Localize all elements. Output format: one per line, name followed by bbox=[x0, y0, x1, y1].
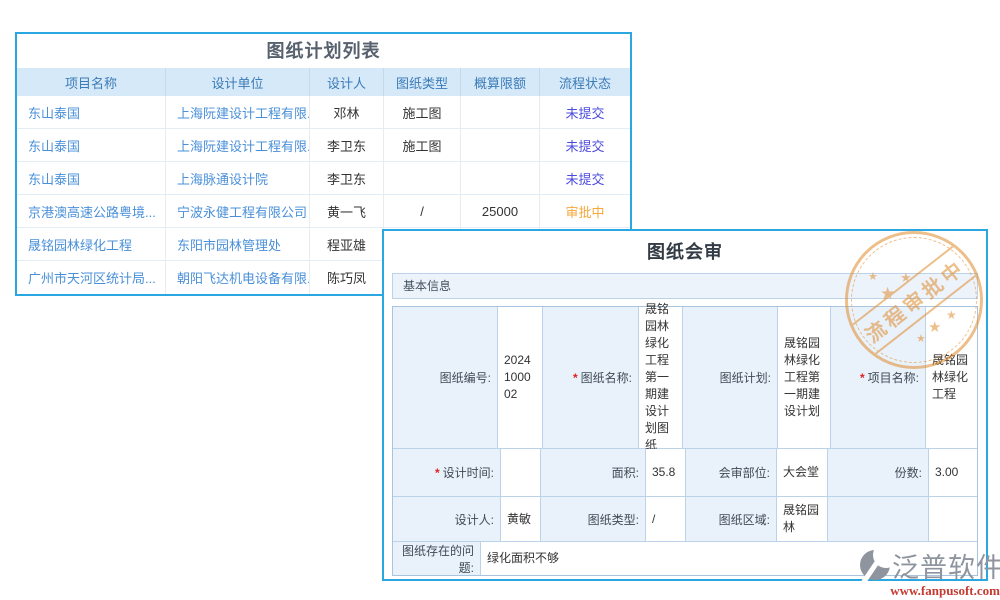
table-row[interactable]: 东山泰国 上海脉通设计院 李卫东 未提交 bbox=[17, 162, 630, 195]
cell-type: 施工图 bbox=[384, 96, 461, 128]
cell-designer: 李卫东 bbox=[310, 162, 384, 194]
required-mark: * bbox=[860, 371, 865, 385]
section-basic-info: 基本信息 bbox=[392, 273, 978, 299]
label-empty bbox=[828, 497, 929, 541]
label-drawing-problems: 图纸存在的问题: bbox=[393, 542, 481, 575]
cell-designer: 黄一飞 bbox=[310, 195, 384, 227]
cell-project[interactable]: 晟铭园林绿化工程 bbox=[17, 228, 166, 260]
cell-unit[interactable]: 上海阮建设计工程有限... bbox=[166, 129, 310, 161]
field-review-location[interactable]: 大会堂 bbox=[777, 449, 828, 496]
cell-budget bbox=[461, 96, 540, 128]
vendor-url: www.fanpusoft.com bbox=[860, 583, 1000, 599]
label-drawing-region: 图纸区域: bbox=[686, 497, 777, 541]
cell-unit[interactable]: 东阳市园林管理处 bbox=[166, 228, 310, 260]
cell-designer: 程亚雄 bbox=[310, 228, 384, 260]
table-row[interactable]: 东山泰国 上海阮建设计工程有限... 邓林 施工图 未提交 bbox=[17, 96, 630, 129]
field-design-time[interactable] bbox=[501, 449, 541, 496]
cell-unit[interactable]: 上海脉通设计院 bbox=[166, 162, 310, 194]
cell-status: 未提交 bbox=[540, 96, 630, 128]
cell-status: 未提交 bbox=[540, 129, 630, 161]
field-designer[interactable]: 黄敏 bbox=[501, 497, 541, 541]
col-header-unit: 设计单位 bbox=[166, 68, 310, 96]
label-drawing-type: 图纸类型: bbox=[541, 497, 646, 541]
cell-status: 审批中 bbox=[540, 195, 630, 227]
label-area: 面积: bbox=[541, 449, 646, 496]
label-drawing-name: *图纸名称: bbox=[543, 307, 639, 448]
label-project-name: *项目名称: bbox=[831, 307, 926, 448]
required-mark: * bbox=[435, 466, 440, 480]
plan-list-header: 项目名称 设计单位 设计人 图纸类型 概算限额 流程状态 bbox=[17, 68, 630, 96]
label-review-location: 会审部位: bbox=[686, 449, 777, 496]
field-empty[interactable] bbox=[929, 497, 977, 541]
col-header-budget: 概算限额 bbox=[461, 68, 540, 96]
col-header-type: 图纸类型 bbox=[384, 68, 461, 96]
cell-budget bbox=[461, 162, 540, 194]
field-drawing-region[interactable]: 晟铭园林 bbox=[777, 497, 828, 541]
field-drawing-type[interactable]: / bbox=[646, 497, 686, 541]
vendor-logo: 泛普软件 www.fanpusoft.com bbox=[860, 548, 1000, 599]
field-area[interactable]: 35.8 bbox=[646, 449, 686, 496]
cell-project[interactable]: 东山泰国 bbox=[17, 162, 166, 194]
table-row[interactable]: 东山泰国 上海阮建设计工程有限... 李卫东 施工图 未提交 bbox=[17, 129, 630, 162]
cell-type bbox=[384, 162, 461, 194]
label-design-time: *设计时间: bbox=[393, 449, 501, 496]
field-drawing-name[interactable]: 晟铭园林绿化工程第一期建设计划图纸 bbox=[639, 307, 683, 448]
cell-status: 未提交 bbox=[540, 162, 630, 194]
form-row-1: 图纸编号: 2024100002 *图纸名称: 晟铭园林绿化工程第一期建设计划图… bbox=[393, 307, 977, 449]
cell-designer: 陈巧凤 bbox=[310, 261, 384, 294]
table-row[interactable]: 京港澳高速公路粤境... 宁波永健工程有限公司 黄一飞 / 25000 审批中 bbox=[17, 195, 630, 228]
field-project-name[interactable]: 晟铭园林绿化工程 bbox=[926, 307, 977, 448]
vendor-name: 泛普软件 bbox=[892, 546, 1000, 585]
field-copies[interactable]: 3.00 bbox=[929, 449, 977, 496]
cell-unit[interactable]: 宁波永健工程有限公司 bbox=[166, 195, 310, 227]
col-header-designer: 设计人 bbox=[310, 68, 384, 96]
required-mark: * bbox=[573, 371, 578, 385]
cell-type: / bbox=[384, 195, 461, 227]
cell-budget bbox=[461, 129, 540, 161]
label-designer: 设计人: bbox=[393, 497, 501, 541]
cell-budget: 25000 bbox=[461, 195, 540, 227]
cell-project[interactable]: 广州市天河区统计局... bbox=[17, 261, 166, 294]
form-row-2: *设计时间: 面积: 35.8 会审部位: 大会堂 份数: 3.00 bbox=[393, 449, 977, 497]
plan-list-title: 图纸计划列表 bbox=[17, 34, 630, 68]
cell-unit[interactable]: 上海阮建设计工程有限... bbox=[166, 96, 310, 128]
form-row-3: 设计人: 黄敏 图纸类型: / 图纸区域: 晟铭园林 bbox=[393, 497, 977, 542]
cell-type: 施工图 bbox=[384, 129, 461, 161]
cell-designer: 邓林 bbox=[310, 96, 384, 128]
field-drawing-plan[interactable]: 晟铭园林绿化工程第一期建设计划 bbox=[778, 307, 831, 448]
cell-project[interactable]: 东山泰国 bbox=[17, 129, 166, 161]
col-header-project: 项目名称 bbox=[17, 68, 166, 96]
label-copies: 份数: bbox=[828, 449, 929, 496]
cell-project[interactable]: 京港澳高速公路粤境... bbox=[17, 195, 166, 227]
field-drawing-number[interactable]: 2024100002 bbox=[498, 307, 543, 448]
review-form: 图纸编号: 2024100002 *图纸名称: 晟铭园林绿化工程第一期建设计划图… bbox=[392, 306, 978, 576]
label-drawing-number: 图纸编号: bbox=[393, 307, 498, 448]
label-drawing-plan: 图纸计划: bbox=[683, 307, 778, 448]
cell-unit[interactable]: 朝阳飞达机电设备有限... bbox=[166, 261, 310, 294]
cell-project[interactable]: 东山泰国 bbox=[17, 96, 166, 128]
review-form-title: 图纸会审 bbox=[384, 239, 986, 265]
cell-designer: 李卫东 bbox=[310, 129, 384, 161]
review-form-panel: 图纸会审 基本信息 图纸编号: 2024100002 *图纸名称: 晟铭园林绿化… bbox=[382, 229, 988, 581]
col-header-status: 流程状态 bbox=[540, 68, 630, 96]
fanpu-logo-icon bbox=[860, 549, 892, 581]
